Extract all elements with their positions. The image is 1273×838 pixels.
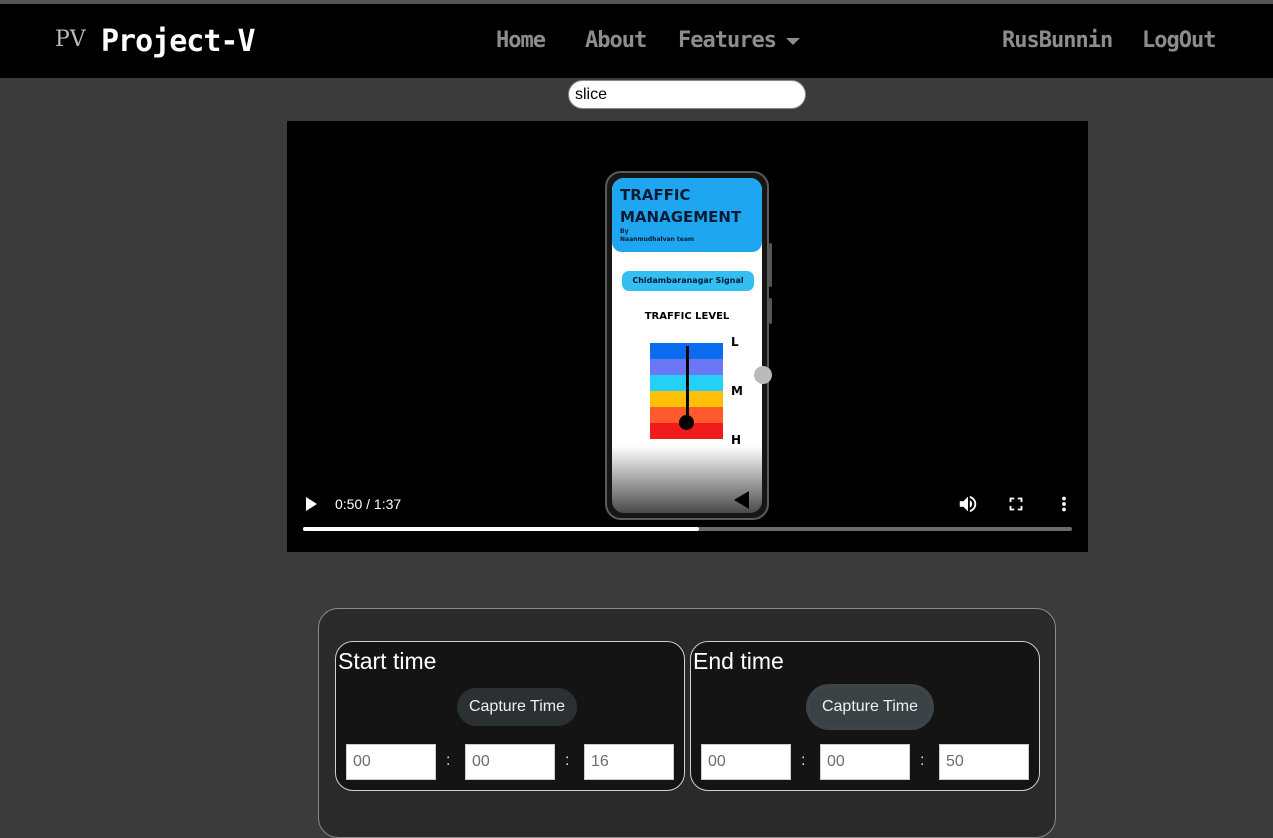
brand-logo-icon[interactable]: PV xyxy=(55,26,86,54)
start-hours-field[interactable] xyxy=(346,744,436,780)
traffic-level-title: TRAFFIC LEVEL xyxy=(644,311,730,322)
frame-scrub-dot xyxy=(754,366,772,384)
end-time-card: End time Capture Time : : xyxy=(690,641,1040,791)
more-options-icon[interactable] xyxy=(1053,493,1075,515)
time-separator: : xyxy=(920,752,925,769)
app-team: Naanmudhalvan team xyxy=(620,236,695,243)
start-minutes-field[interactable] xyxy=(465,744,555,780)
fullscreen-icon[interactable] xyxy=(1005,493,1027,515)
search-input[interactable] xyxy=(568,80,806,109)
end-hours-field[interactable] xyxy=(701,744,791,780)
app-by: By xyxy=(620,228,629,235)
level-high-label: H xyxy=(731,433,742,447)
video-frame-phone: TRAFFIC MANAGEMENT By Naanmudhalvan team… xyxy=(605,171,772,520)
video-player[interactable]: TRAFFIC MANAGEMENT By Naanmudhalvan team… xyxy=(287,121,1088,552)
nav-logout-link[interactable]: LogOut xyxy=(1142,26,1216,56)
start-capture-button[interactable]: Capture Time xyxy=(457,688,577,726)
video-progress-bar[interactable] xyxy=(303,527,1072,531)
nav-home-link[interactable]: Home xyxy=(496,26,546,56)
start-time-card: Start time Capture Time : : xyxy=(335,641,685,791)
navbar: PV Project-V Home About Features RusBunn… xyxy=(0,4,1273,78)
nav-features-label: Features xyxy=(678,28,777,53)
nav-features-dropdown[interactable]: Features xyxy=(678,26,800,56)
app-header: TRAFFIC MANAGEMENT By Naanmudhalvan team xyxy=(612,178,762,252)
end-time-title: End time xyxy=(693,648,784,674)
signal-name-pill: Chidambaranagar Signal xyxy=(622,271,754,291)
phone-side-button xyxy=(769,298,772,324)
time-separator: : xyxy=(565,752,570,769)
video-progress-fill xyxy=(303,527,700,531)
back-icon xyxy=(734,491,749,509)
time-separator: : xyxy=(446,752,451,769)
phone-screen: TRAFFIC MANAGEMENT By Naanmudhalvan team… xyxy=(612,178,762,513)
end-seconds-field[interactable] xyxy=(939,744,1029,780)
video-time-display: 0:50 / 1:37 xyxy=(335,496,402,512)
nav-user-link[interactable]: RusBunnin xyxy=(1002,26,1113,56)
end-capture-button[interactable]: Capture Time xyxy=(810,688,930,726)
end-minutes-field[interactable] xyxy=(820,744,910,780)
play-icon[interactable] xyxy=(306,497,317,511)
app-subtitle: By Naanmudhalvan team xyxy=(620,228,694,244)
nav-about-link[interactable]: About xyxy=(585,26,647,56)
phone-side-button xyxy=(769,243,772,287)
level-mid-label: M xyxy=(731,384,743,398)
volume-icon[interactable] xyxy=(957,493,979,515)
capture-panel: Start time Capture Time : : End time Cap… xyxy=(318,608,1056,838)
app-title: TRAFFIC MANAGEMENT xyxy=(620,186,742,226)
time-separator: : xyxy=(801,752,806,769)
chevron-down-icon xyxy=(785,37,800,45)
start-time-title: Start time xyxy=(338,648,437,674)
brand-name[interactable]: Project-V xyxy=(101,22,256,62)
meter-needle-ball xyxy=(679,415,694,430)
level-low-label: L xyxy=(731,335,739,349)
start-seconds-field[interactable] xyxy=(584,744,674,780)
